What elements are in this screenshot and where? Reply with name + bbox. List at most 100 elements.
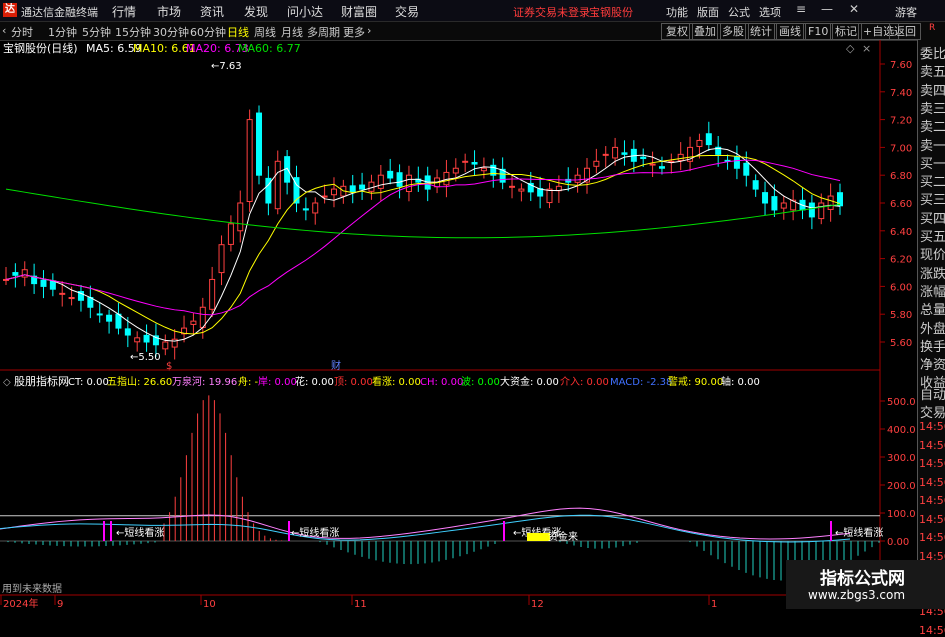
period-more[interactable]: 更多	[343, 24, 365, 40]
event-mark-finance[interactable]: 财	[331, 359, 341, 372]
toolbar-left-arrow-icon[interactable]: ‹	[2, 24, 6, 37]
candle	[96, 302, 103, 323]
indicator-value-7: 看涨: 0.00	[372, 375, 421, 388]
side-panel-item[interactable]: 交易	[920, 402, 945, 421]
candle	[359, 172, 366, 200]
guest-label[interactable]: 游客	[895, 4, 917, 20]
side-panel-item[interactable]: 卖四	[920, 80, 945, 99]
ma-label-3: MA60: 6.77	[238, 42, 301, 55]
window-menu-icon[interactable]: ≡	[796, 2, 806, 16]
side-panel-item[interactable]: 买二	[920, 171, 945, 190]
short-term-bullish-label: ←短线看涨	[291, 526, 339, 539]
menu-xuanxiang[interactable]: 选项	[759, 4, 781, 20]
side-panel-item[interactable]: 14:56	[919, 513, 945, 526]
side-panel-item[interactable]: 14:56	[919, 457, 945, 470]
x-axis-label: 9	[57, 599, 63, 609]
menu-wenxiaoda[interactable]: 问小达	[287, 3, 323, 20]
indicator-value-11: 介入: 0.00	[560, 376, 609, 388]
side-panel-item[interactable]: 14:56	[919, 494, 945, 507]
side-panel-item[interactable]: 14:56	[919, 439, 945, 452]
candle	[752, 174, 759, 197]
period-30min[interactable]: 30分钟	[153, 24, 189, 40]
side-panel-item[interactable]: 净资	[920, 354, 945, 373]
period-multi[interactable]: 多周期	[307, 24, 340, 40]
side-panel-item[interactable]: 14:56	[919, 420, 945, 433]
candle	[3, 266, 9, 286]
price-tick: 6.60	[890, 199, 912, 210]
side-panel-item[interactable]: 14:56	[919, 531, 945, 544]
menu-gongneng[interactable]: 功能	[666, 4, 688, 20]
side-panel-item[interactable]: 现价	[920, 244, 945, 263]
side-panel-item[interactable]: 涨幅	[920, 281, 945, 300]
chart-close-icon[interactable]: ×	[862, 42, 871, 55]
candle	[668, 153, 675, 174]
candle	[471, 150, 478, 176]
menu-hangqing[interactable]: 行情	[112, 3, 136, 20]
period-weekly[interactable]: 周线	[254, 24, 276, 40]
candle	[302, 197, 309, 221]
side-panel-item[interactable]: 外盘	[920, 318, 945, 337]
menu-jiaoyi[interactable]: 交易	[395, 3, 419, 20]
side-panel-item[interactable]: 买四	[920, 208, 945, 227]
signal-marker	[110, 521, 112, 541]
event-mark-dollar[interactable]: $	[166, 361, 172, 372]
period-monthly[interactable]: 月线	[281, 24, 303, 40]
indicator-value-2: 万泉河: 19.96	[172, 375, 237, 388]
candle	[593, 148, 600, 174]
trade-login-warning[interactable]: 证券交易未登录	[513, 4, 590, 20]
side-panel-item[interactable]: 卖五	[920, 61, 945, 80]
chart-settings-icon[interactable]: ◇	[846, 42, 855, 55]
stock-chart[interactable]: 宝钢股份(日线) MA5: 6.59MA10: 6.61MA20: 6.73MA…	[0, 40, 917, 609]
candle	[621, 140, 628, 166]
btn-huaxian[interactable]: 画线	[774, 23, 806, 40]
menu-caifuquan[interactable]: 财富圈	[341, 3, 377, 20]
side-panel-item[interactable]: 委比	[920, 43, 945, 62]
candle	[256, 105, 263, 185]
side-panel-item[interactable]: 涨跌	[920, 263, 945, 282]
indicator-value-8: CH: 0.00	[420, 377, 463, 388]
candle	[546, 182, 553, 209]
candle	[40, 270, 47, 299]
menu-shichang[interactable]: 市场	[157, 3, 181, 20]
price-tick: 7.20	[890, 116, 912, 127]
close-icon[interactable]: ✕	[849, 2, 859, 16]
candle	[687, 136, 694, 172]
panel-badge: R	[929, 23, 936, 33]
period-15min[interactable]: 15分钟	[115, 24, 151, 40]
period-1min[interactable]: 1分钟	[48, 24, 77, 40]
x-axis-label: 12	[531, 599, 544, 609]
candle	[799, 187, 806, 220]
menu-banmian[interactable]: 版面	[697, 4, 719, 20]
period-daily[interactable]: 日线	[227, 24, 249, 40]
side-panel-item[interactable]: 换手	[920, 336, 945, 355]
side-panel-item[interactable]: 14:56	[919, 624, 945, 637]
side-panel-item[interactable]: 买一	[920, 153, 945, 172]
side-panel-item[interactable]: 自动	[920, 384, 945, 403]
signal-marker	[503, 521, 505, 541]
btn-tongji[interactable]: 统计	[745, 23, 777, 40]
side-panel-item[interactable]: 卖三	[920, 98, 945, 117]
period-60min[interactable]: 60分钟	[190, 24, 226, 40]
quote-side-panel[interactable]: R 委比 卖五 卖四 卖三 卖二 卖一 买一 买二 买三 买四 买五 现价 涨跌 涨幅 总量 外盘 换手 净资 收益…	[917, 23, 945, 637]
menu-gongshi[interactable]: 公式	[728, 4, 750, 20]
capital-inflow-marker	[527, 533, 550, 541]
side-panel-item[interactable]: 卖二	[920, 116, 945, 135]
more-chevron-icon[interactable]: ›	[367, 24, 371, 37]
indicator-tick: 0.00	[887, 537, 909, 548]
side-panel-item[interactable]: 总量	[920, 299, 945, 318]
minimize-icon[interactable]: —	[821, 2, 833, 16]
side-panel-item[interactable]: 卖一	[920, 135, 945, 154]
low-price-label: ←5.50	[130, 352, 161, 363]
menu-zixun[interactable]: 资讯	[200, 3, 224, 20]
menu-faxian[interactable]: 发现	[244, 3, 268, 20]
btn-fanhui[interactable]: 返回	[889, 23, 921, 40]
side-panel-item[interactable]: 买三	[920, 189, 945, 208]
candle	[246, 109, 253, 212]
period-5min[interactable]: 5分钟	[82, 24, 111, 40]
side-panel-item[interactable]: 14:56	[919, 476, 945, 489]
side-panel-item[interactable]: 买五	[920, 226, 945, 245]
price-tick: 6.80	[890, 171, 912, 182]
btn-f10[interactable]: F10	[803, 23, 834, 40]
indicator-icon[interactable]: ◇	[3, 377, 11, 388]
period-fenshi[interactable]: 分时	[11, 24, 33, 40]
